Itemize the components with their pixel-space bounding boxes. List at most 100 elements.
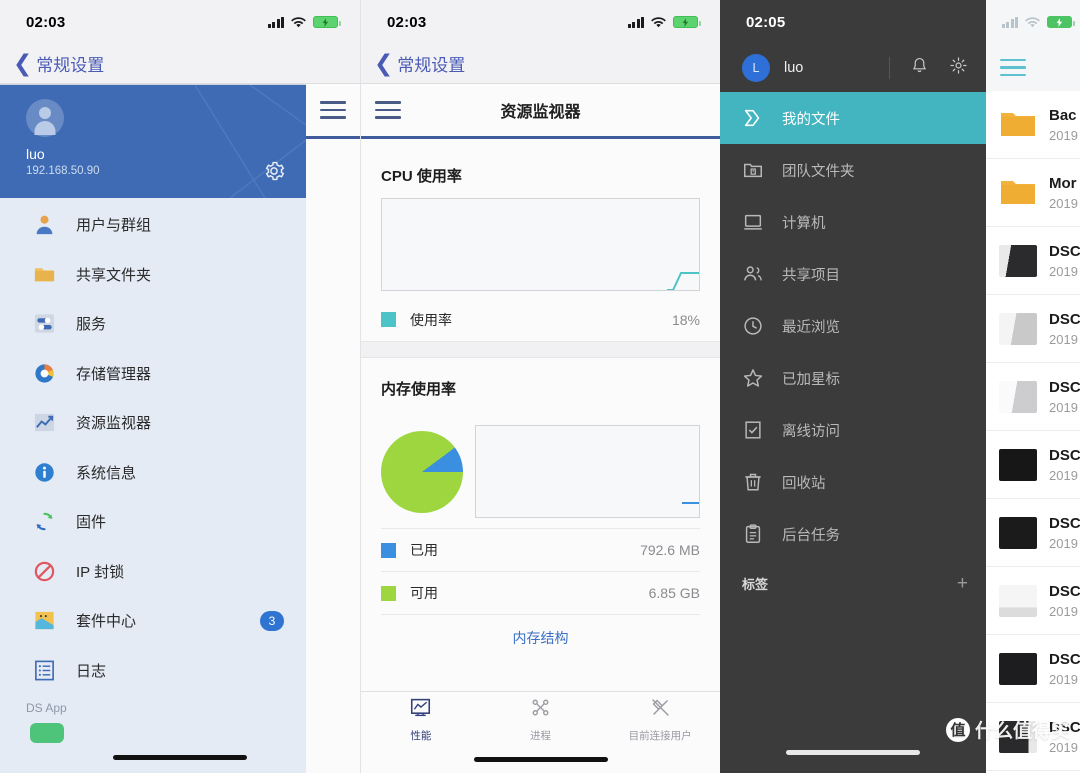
memory-line-chart (475, 425, 700, 518)
file-date: 2019 (1049, 127, 1078, 143)
menu-item-label: 日志 (76, 662, 107, 680)
hamburger-menu-icon[interactable] (375, 101, 401, 119)
tab-performance[interactable]: 性能 (361, 697, 481, 743)
file-name: Mor (1049, 174, 1077, 192)
home-indicator (473, 757, 608, 762)
user-group-icon (33, 213, 56, 236)
user-avatar-icon (26, 99, 64, 137)
list-item[interactable]: DSC 2019 (986, 295, 1080, 363)
menu-item-ip-block[interactable]: IP 封锁 (0, 547, 306, 597)
file-date: 2019 (1049, 331, 1078, 347)
drawer-item-label: 共享项目 (782, 267, 840, 284)
status-icons (267, 16, 341, 28)
menu-item-shared-folder[interactable]: 共享文件夹 (0, 250, 306, 300)
drawer-item-label: 团队文件夹 (782, 163, 855, 180)
drawer-item-background-tasks[interactable]: 后台任务 (720, 508, 986, 560)
team-folder-icon (742, 159, 764, 181)
account-name: luo (784, 60, 804, 76)
menu-item-resource-monitor[interactable]: 资源监视器 (0, 398, 306, 448)
menu-item-label: 用户与群组 (76, 217, 152, 235)
nav-bar: ❮ 常规设置 (0, 44, 360, 84)
services-toggle-icon (33, 312, 56, 335)
drawer-item-recent[interactable]: 最近浏览 (720, 300, 986, 352)
tab-processes[interactable]: 进程 (481, 697, 601, 743)
back-label[interactable]: 常规设置 (397, 51, 465, 76)
ds-app-tile[interactable] (30, 723, 64, 743)
drawer-item-computer[interactable]: 计算机 (720, 196, 986, 248)
drawer-item-my-files[interactable]: 我的文件 (720, 92, 986, 144)
file-meta: DSC 2019 (1049, 719, 1080, 755)
memory-structure-link[interactable]: 内存结构 (381, 614, 700, 662)
bell-icon[interactable] (910, 56, 929, 80)
menu-item-label: 系统信息 (76, 464, 137, 482)
legend-label: 可用 (410, 585, 438, 601)
file-date: 2019 (1049, 399, 1078, 415)
chevron-left-icon[interactable]: ❮ (374, 52, 393, 75)
drawer-item-offline[interactable]: 离线访问 (720, 404, 986, 456)
drawer-account-row[interactable]: L luo (720, 44, 986, 92)
file-name: DSC (1049, 650, 1080, 668)
list-log-icon (33, 659, 56, 682)
drawer-item-label: 回收站 (782, 475, 826, 492)
drawer-item-starred[interactable]: 已加星标 (720, 352, 986, 404)
plug-connection-icon (650, 697, 671, 723)
list-item[interactable]: DSC 2019 (986, 567, 1080, 635)
file-meta: Bac 2019 (1049, 107, 1078, 143)
tab-connected-users[interactable]: 目前连接用户 (600, 697, 720, 743)
hamburger-menu-icon[interactable] (1000, 58, 1026, 77)
app-bar (986, 44, 1080, 91)
drawer-item-shared[interactable]: 共享项目 (720, 248, 986, 300)
panel-file-list: Bac 2019 Mor 2019 DSC 2019 DSC 2019 DSC … (986, 0, 1080, 773)
file-name: DSC (1049, 242, 1080, 260)
menu-item-system-info[interactable]: 系统信息 (0, 448, 306, 498)
panel-settings-drawer: 02:03 ❮ 常规设置 luo 192.168.50.90 用户与群组 共享文… (0, 0, 360, 773)
settings-menu-list: 用户与群组 共享文件夹 服务 存储管理器 资源监视器 系统信息 固件 IP 封锁… (0, 198, 306, 743)
list-item[interactable]: DSC 2019 (986, 431, 1080, 499)
legend-value: 6.85 GB (648, 585, 700, 601)
list-item[interactable]: Mor 2019 (986, 159, 1080, 227)
file-meta: DSC 2019 (1049, 379, 1080, 415)
shared-people-icon (742, 263, 764, 285)
file-name: Bac (1049, 106, 1077, 124)
photo-thumbnail-icon (996, 649, 1040, 689)
list-item[interactable]: DSC 2019 (986, 227, 1080, 295)
status-icons (627, 16, 701, 28)
chevron-left-icon[interactable]: ❮ (13, 52, 32, 75)
gear-icon[interactable] (949, 56, 968, 80)
menu-item-logs[interactable]: 日志 (0, 646, 306, 696)
behind-app-bar (306, 84, 360, 139)
list-item[interactable]: DSC 2019 (986, 635, 1080, 703)
photo-thumbnail-icon (996, 241, 1040, 281)
plus-icon[interactable]: + (957, 574, 968, 593)
status-bar: 02:05 (720, 0, 986, 44)
process-nodes-icon (530, 697, 551, 723)
menu-item-package-center[interactable]: 套件中心 3 (0, 596, 306, 646)
gear-icon[interactable] (263, 160, 285, 182)
back-label[interactable]: 常规设置 (36, 51, 104, 76)
list-item[interactable]: DSC 2019 (986, 363, 1080, 431)
status-bar: 02:03 (0, 0, 360, 44)
drawer-item-label: 我的文件 (782, 111, 840, 128)
hamburger-menu-icon[interactable] (320, 101, 346, 119)
file-date: 2019 (1049, 467, 1078, 483)
drive-menu-list: 我的文件 团队文件夹 计算机 共享项目 最近浏览 已加星标 离线访问 回收站 后… (720, 92, 986, 560)
file-date: 2019 (1049, 195, 1078, 211)
menu-item-firmware[interactable]: 固件 (0, 497, 306, 547)
drawer-item-team-folder[interactable]: 团队文件夹 (720, 144, 986, 196)
list-item[interactable]: DSC 2019 (986, 499, 1080, 567)
drawer-item-trash[interactable]: 回收站 (720, 456, 986, 508)
photo-thumbnail-icon (996, 445, 1040, 485)
list-item[interactable]: DSC 2019 (986, 703, 1080, 771)
file-meta: DSC 2019 (1049, 243, 1080, 279)
menu-item-services[interactable]: 服务 (0, 299, 306, 349)
info-circle-icon (33, 461, 56, 484)
list-item[interactable]: Bac 2019 (986, 91, 1080, 159)
drawer-item-label: 计算机 (782, 215, 826, 232)
menu-item-storage-manager[interactable]: 存储管理器 (0, 349, 306, 399)
drawer-item-label: 离线访问 (782, 423, 840, 440)
legend-swatch (381, 312, 396, 327)
drawer-item-label: 最近浏览 (782, 319, 840, 336)
cpu-legend-row: 使用率 18% (381, 298, 700, 341)
home-indicator (786, 750, 920, 755)
menu-item-users-groups[interactable]: 用户与群组 (0, 200, 306, 250)
